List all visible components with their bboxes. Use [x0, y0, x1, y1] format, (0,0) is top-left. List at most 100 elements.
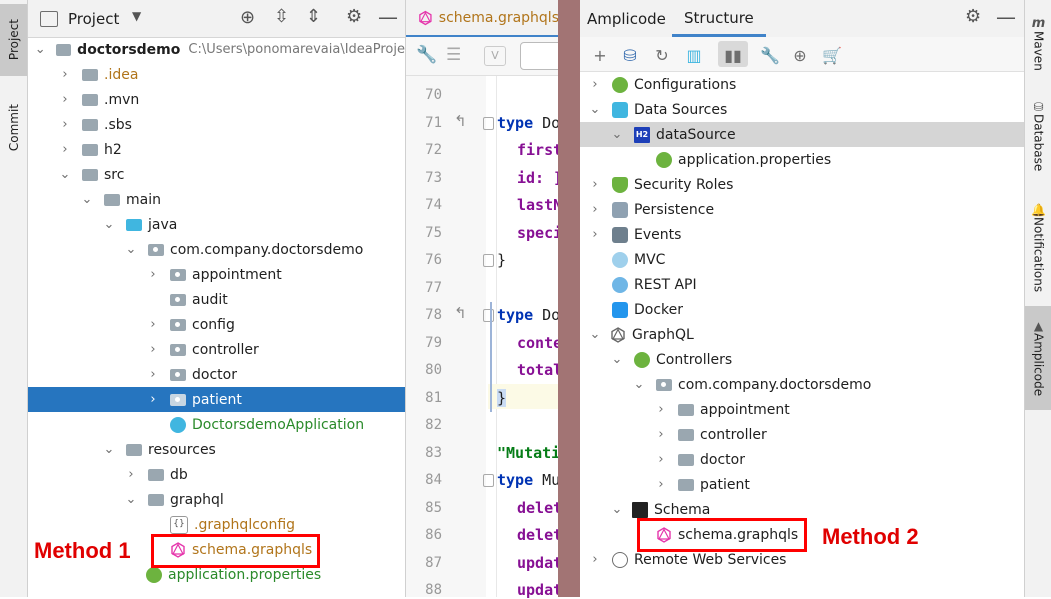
structure-item-rest-api[interactable]: REST API: [580, 272, 1024, 297]
tree-item-resources[interactable]: ⌄ resources: [28, 437, 405, 462]
code-line-79[interactable]: conte: [517, 334, 562, 352]
tree-item-package[interactable]: ⌄ com.company.doctorsdemo: [28, 237, 405, 262]
gear-icon[interactable]: ⚙: [346, 6, 362, 27]
collapse-all-icon[interactable]: ⇕: [306, 6, 321, 27]
database-tool-tab[interactable]: ⛁ Database: [1025, 92, 1051, 180]
tree-item-config[interactable]: › config: [28, 312, 405, 337]
code-line-85[interactable]: delet: [517, 499, 562, 517]
code-line-78[interactable]: type Do: [497, 306, 560, 324]
chevron-down-icon[interactable]: ⌄: [632, 377, 646, 392]
structure-item-events[interactable]: › Events: [580, 222, 1024, 247]
chevron-right-icon[interactable]: ›: [58, 67, 72, 82]
project-view-title[interactable]: Project: [68, 10, 119, 28]
structure-item-package[interactable]: ⌄ com.company.doctorsdemo: [580, 372, 1024, 397]
code-line-83[interactable]: "Mutati: [497, 444, 560, 462]
structure-item-data-sources[interactable]: ⌄ Data Sources: [580, 97, 1024, 122]
panel-divider[interactable]: [558, 0, 580, 597]
code-line-80[interactable]: total: [517, 361, 562, 379]
chevron-down-icon[interactable]: ⌄: [34, 42, 47, 57]
tree-item-controller[interactable]: › controller: [28, 337, 405, 362]
implemented-icon[interactable]: ↰: [454, 304, 467, 322]
code-line-88[interactable]: updat: [517, 581, 562, 599]
tree-item-java[interactable]: ⌄ java: [28, 212, 405, 237]
structure-item-doctor[interactable]: › doctor: [580, 447, 1024, 472]
chevron-right-icon[interactable]: ›: [146, 317, 160, 332]
expand-all-icon[interactable]: ⇳: [274, 6, 289, 27]
chevron-down-icon[interactable]: ⌄: [588, 327, 602, 342]
structure-item-datasource[interactable]: ⌄ H2 dataSource: [580, 122, 1024, 147]
notifications-tool-tab[interactable]: 🔔 Notifications: [1025, 196, 1051, 300]
chevron-right-icon[interactable]: ›: [588, 202, 602, 217]
tree-item-sbs[interactable]: › .sbs: [28, 112, 405, 137]
structure-item-controller[interactable]: › controller: [580, 422, 1024, 447]
chevron-down-icon[interactable]: ⌄: [124, 242, 138, 257]
fold-icon[interactable]: [483, 254, 494, 267]
tree-item-src[interactable]: ⌄ src: [28, 162, 405, 187]
tree-item-application-class[interactable]: DoctorsdemoApplication: [28, 412, 405, 437]
chevron-down-icon[interactable]: ⌄: [80, 192, 94, 207]
structure-item-application-properties[interactable]: application.properties: [580, 147, 1024, 172]
implemented-icon[interactable]: ↰: [454, 112, 467, 130]
structure-item-docker[interactable]: Docker: [580, 297, 1024, 322]
chevron-right-icon[interactable]: ›: [58, 142, 72, 157]
tree-item-doctorsdemo[interactable]: ⌄ doctorsdemo C:\Users\ponomarevaia\Idea…: [28, 37, 405, 62]
structure-item-mvc[interactable]: MVC: [580, 247, 1024, 272]
structure-item-configurations[interactable]: › Configurations: [580, 72, 1024, 97]
tree-item-doctor[interactable]: › doctor: [28, 362, 405, 387]
tree-item-idea[interactable]: › .idea: [28, 62, 405, 87]
chevron-right-icon[interactable]: ›: [588, 552, 602, 567]
wrench-icon[interactable]: 🔧: [760, 45, 780, 65]
chevron-right-icon[interactable]: ›: [58, 92, 72, 107]
tree-item-main[interactable]: ⌄ main: [28, 187, 405, 212]
chevron-right-icon[interactable]: ›: [654, 402, 668, 417]
chevron-right-icon[interactable]: ›: [124, 467, 138, 482]
chevron-right-icon[interactable]: ›: [146, 367, 160, 382]
structure-item-persistence[interactable]: › Persistence: [580, 197, 1024, 222]
chevron-down-icon[interactable]: ⌄: [58, 167, 72, 182]
tab-amplicode[interactable]: Amplicode: [587, 10, 666, 28]
tree-item-db[interactable]: › db: [28, 462, 405, 487]
wrench-icon[interactable]: 🔧: [416, 45, 437, 65]
chevron-right-icon[interactable]: ›: [654, 477, 668, 492]
tree-item-appointment[interactable]: › appointment: [28, 262, 405, 287]
chevron-right-icon[interactable]: ›: [146, 267, 160, 282]
chevron-down-icon[interactable]: ⌄: [588, 102, 602, 117]
chevron-down-icon[interactable]: ▼: [132, 9, 141, 23]
code-line-72[interactable]: first: [517, 141, 562, 159]
chevron-right-icon[interactable]: ›: [588, 227, 602, 242]
maven-tool-tab[interactable]: m Maven: [1025, 8, 1051, 78]
chevron-down-icon[interactable]: ⌄: [610, 502, 624, 517]
chevron-right-icon[interactable]: ›: [588, 177, 602, 192]
chevron-right-icon[interactable]: ›: [654, 452, 668, 467]
chevron-right-icon[interactable]: ›: [146, 342, 160, 357]
chevron-down-icon[interactable]: ⌄: [102, 442, 116, 457]
chevron-right-icon[interactable]: ›: [146, 392, 160, 407]
gear-icon[interactable]: ⚙: [965, 6, 981, 27]
target-icon[interactable]: ⊕: [790, 45, 810, 65]
code-line-86[interactable]: delet: [517, 526, 562, 544]
editor-tab-schema[interactable]: schema.graphqls: [406, 0, 559, 38]
minimize-icon[interactable]: —: [378, 5, 398, 29]
locate-icon[interactable]: ⊕: [240, 7, 255, 28]
refresh-icon[interactable]: ↻: [652, 45, 672, 65]
chevron-right-icon[interactable]: ›: [654, 427, 668, 442]
code-line-73[interactable]: id: ]: [517, 169, 562, 187]
structure-item-patient[interactable]: › patient: [580, 472, 1024, 497]
structure-item-appointment[interactable]: › appointment: [580, 397, 1024, 422]
chevron-down-icon[interactable]: ⌄: [610, 127, 624, 142]
project-tool-tab[interactable]: Project: [0, 4, 27, 76]
tab-structure[interactable]: Structure: [672, 0, 766, 37]
settings-icon[interactable]: ☰: [446, 45, 461, 65]
chevron-down-icon[interactable]: ⌄: [124, 492, 138, 507]
amplicode-tool-tab[interactable]: ▲ Amplicode: [1025, 306, 1051, 410]
fold-icon[interactable]: [483, 474, 494, 487]
validate-icon[interactable]: V: [484, 46, 506, 66]
structure-item-security-roles[interactable]: › Security Roles: [580, 172, 1024, 197]
tree-item-audit[interactable]: audit: [28, 287, 405, 312]
bars-icon[interactable]: ▮▮: [723, 45, 743, 65]
code-line-81[interactable]: }: [497, 389, 507, 407]
code-line-76[interactable]: }: [497, 251, 506, 269]
columns-icon[interactable]: ▥: [684, 45, 704, 65]
fold-icon[interactable]: [483, 117, 494, 130]
fold-icon[interactable]: [483, 309, 494, 322]
